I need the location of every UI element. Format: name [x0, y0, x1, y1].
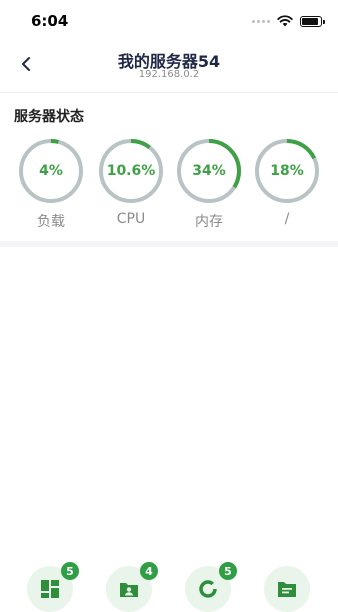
navigation-header: 我的服务器54 192.168.0.2	[0, 40, 338, 93]
disk-gauge[interactable]: 18% /	[253, 137, 321, 227]
stats-tab[interactable]: 5	[185, 562, 237, 612]
stats-badge: 5	[219, 562, 237, 580]
cpu-label: CPU	[116, 211, 146, 227]
document-icon	[278, 582, 296, 597]
cpu-gauge[interactable]: 10.6% CPU	[97, 137, 165, 227]
status-time: 6:04	[31, 12, 69, 30]
server-status-gauges: 4% 负载 10.6% CPU 34% 内存 18% /	[17, 137, 325, 233]
content-area	[0, 247, 338, 547]
users-badge: 4	[140, 562, 158, 580]
cellular-signal-icon	[252, 19, 270, 23]
disk-label: /	[284, 211, 290, 227]
cpu-value: 10.6%	[106, 163, 156, 179]
server-status-title: 服务器状态	[14, 109, 84, 125]
memory-gauge[interactable]: 34% 内存	[175, 137, 243, 230]
load-value: 4%	[39, 163, 63, 179]
battery-icon	[300, 15, 325, 27]
bottom-toolbar: 5 4 5	[0, 560, 338, 612]
load-gauge[interactable]: 4% 负载	[17, 137, 85, 230]
files-tab[interactable]	[264, 566, 310, 612]
users-tab[interactable]: 4	[106, 562, 158, 612]
dashboard-icon	[41, 580, 59, 598]
server-ip: 192.168.0.2	[138, 69, 200, 80]
disk-value: 18%	[270, 163, 304, 179]
dashboard-badge: 5	[61, 562, 79, 580]
dashboard-tab[interactable]: 5	[27, 562, 79, 612]
status-icons	[252, 15, 325, 27]
memory-label: 内存	[195, 214, 223, 230]
status-bar: 6:04	[0, 0, 338, 40]
user-folder-icon	[120, 583, 138, 597]
wifi-icon	[277, 15, 293, 27]
ring-chart-icon	[199, 580, 217, 598]
memory-value: 34%	[192, 163, 226, 179]
load-label: 负载	[37, 214, 65, 230]
